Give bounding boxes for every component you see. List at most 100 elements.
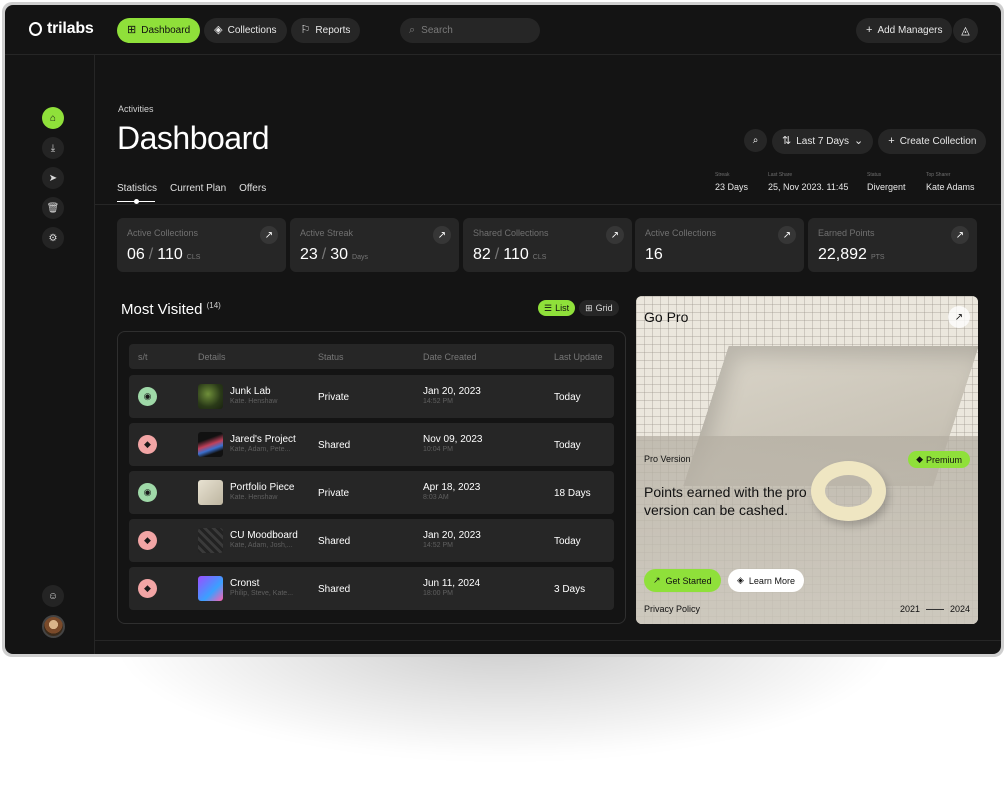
stat-value: 23/30 Days xyxy=(300,246,449,264)
device-frame: trilabs ⊞ Dashboard ◈ Collections ⚐ Repo… xyxy=(2,2,1004,657)
row-status: Shared xyxy=(318,536,351,547)
arrow-up-right-icon[interactable]: ↗ xyxy=(433,226,451,244)
date-filter-dropdown[interactable]: ⇅ Last 7 Days ⌄ xyxy=(772,129,874,154)
sidebar-users-button[interactable]: ☺ xyxy=(42,585,64,607)
app-window: trilabs ⊞ Dashboard ◈ Collections ⚐ Repo… xyxy=(5,5,1001,654)
stat-total: 110 xyxy=(503,246,529,263)
table-row[interactable]: ◉ Junk Lab Kate. Henshaw Private Jan 20, … xyxy=(129,375,614,418)
row-date-value: Nov 09, 2023 xyxy=(423,434,483,445)
stat-number: 23 xyxy=(300,246,318,263)
logo-mark-icon xyxy=(29,22,42,36)
stat-value: 82/110 CLS xyxy=(473,246,622,264)
nav-collections-label: Collections xyxy=(227,25,277,36)
arrow-up-right-icon[interactable]: ↗ xyxy=(951,226,969,244)
row-details: Portfolio Piece Kate. Henshaw xyxy=(230,482,294,501)
learn-more-button[interactable]: ◈ Learn More xyxy=(728,569,804,592)
thumbnail-image xyxy=(198,528,223,553)
stat-number: 22,892 xyxy=(818,246,867,263)
arrow-up-right-icon[interactable]: ↗ xyxy=(948,306,970,328)
stat-card-shared-collections[interactable]: Shared Collections 82/110 CLS ↗ xyxy=(463,218,632,272)
brand-name: trilabs xyxy=(47,20,94,37)
list-icon: ☰ xyxy=(544,302,553,313)
top-bar: trilabs ⊞ Dashboard ◈ Collections ⚐ Repo… xyxy=(5,5,1001,55)
stat-card-earned-points[interactable]: Earned Points 22,892 PTS ↗ xyxy=(808,218,977,272)
stat-label: Earned Points xyxy=(818,228,875,238)
column-header[interactable]: Details xyxy=(198,352,226,362)
header-divider xyxy=(95,204,1001,205)
row-owner: Kate, Adam, Pete... xyxy=(230,446,291,453)
sidebar-settings-button[interactable]: ⚙ xyxy=(42,227,64,249)
stat-card-active-streak[interactable]: Active Streak 23/30 Days ↗ xyxy=(290,218,459,272)
view-toggle: ☰ List ⊞ Grid xyxy=(538,300,619,316)
meta-last-share: Last Share 25, Nov 2023. 11:45 xyxy=(768,172,848,192)
privacy-policy-link[interactable]: Privacy Policy xyxy=(644,604,700,614)
meta-value: Divergent xyxy=(867,182,906,192)
row-name: Jared's Project xyxy=(230,434,296,445)
search-input[interactable]: ⌕ Search xyxy=(400,18,540,43)
tab-statistics[interactable]: Statistics xyxy=(117,183,157,194)
sidebar-home-button[interactable]: ⌂ xyxy=(42,107,64,129)
flag-icon: ⚐ xyxy=(300,24,311,36)
row-details: Jared's Project Kate, Adam, Pete... xyxy=(230,434,296,453)
table-row[interactable]: ◆ Jared's Project Kate, Adam, Pete... Sha… xyxy=(129,423,614,466)
table-row[interactable]: ◆ Cronst Philip, Steve, Kate... Shared Ju… xyxy=(129,567,614,610)
row-owner: Philip, Steve, Kate... xyxy=(230,590,294,597)
row-time: 14:52 PM xyxy=(423,398,453,405)
arrow-up-right-icon[interactable]: ↗ xyxy=(606,226,624,244)
row-time: 8:03 AM xyxy=(423,494,449,501)
sidebar-send-button[interactable]: ➤ xyxy=(42,167,64,189)
notifications-button[interactable]: ◬ xyxy=(953,18,978,43)
status-type-icon: ◉ xyxy=(138,483,157,502)
plus-icon: + xyxy=(888,135,895,147)
arrow-up-right-icon[interactable]: ↗ xyxy=(778,226,796,244)
arrow-up-right-icon[interactable]: ↗ xyxy=(260,226,278,244)
table-row[interactable]: ◉ Portfolio Piece Kate. Henshaw Private A… xyxy=(129,471,614,514)
row-last-update: Today xyxy=(554,440,581,451)
add-managers-button[interactable]: + Add Managers xyxy=(856,18,953,43)
row-status: Private xyxy=(318,488,350,499)
table-row[interactable]: ◆ CU Moodboard Kate, Adam, Josh,... Share… xyxy=(129,519,614,562)
row-date-value: Jan 20, 2023 xyxy=(423,530,481,541)
row-date: Jun 11, 2024 18:00 PM xyxy=(423,578,480,597)
column-header[interactable]: Status xyxy=(318,352,344,362)
meta-status: Status Divergent xyxy=(867,172,906,192)
logo[interactable]: trilabs xyxy=(29,20,94,38)
sidebar-download-button[interactable]: ⤓ xyxy=(42,137,64,159)
stat-number: 82 xyxy=(473,246,491,263)
promo-title: Go Pro xyxy=(644,309,689,325)
stat-value: 16 xyxy=(645,246,794,264)
header-search-button[interactable]: ⌕ xyxy=(744,129,767,152)
nav-reports[interactable]: ⚐ Reports xyxy=(290,18,361,43)
tab-offers[interactable]: Offers xyxy=(239,183,266,194)
row-status: Shared xyxy=(318,584,351,595)
sidebar: ⌂ ⤓ ➤ 🗑 ⚙ ☺ xyxy=(5,55,95,654)
create-collection-button[interactable]: + Create Collection xyxy=(878,129,987,154)
nav-dashboard[interactable]: ⊞ Dashboard xyxy=(117,18,201,43)
grid-icon: ⊞ xyxy=(585,302,593,313)
sidebar-trash-button[interactable]: 🗑 xyxy=(42,197,64,219)
chevron-down-icon: ⌄ xyxy=(854,135,864,147)
nav-dashboard-label: Dashboard xyxy=(141,25,191,36)
meta-top-sharer: Top Sharer Kate Adams xyxy=(926,172,975,192)
tab-current-plan[interactable]: Current Plan xyxy=(170,183,226,194)
main-nav: ⊞ Dashboard ◈ Collections ⚐ Reports xyxy=(117,18,361,43)
list-view-button[interactable]: ☰ List xyxy=(538,300,576,316)
avatar[interactable] xyxy=(42,615,65,638)
nav-collections[interactable]: ◈ Collections xyxy=(204,18,287,43)
status-type-icon: ◆ xyxy=(138,435,157,454)
column-header[interactable]: Last Update xyxy=(554,352,603,362)
stat-card-active-collections-2[interactable]: Active Collections 16 ↗ xyxy=(635,218,804,272)
row-name: Portfolio Piece xyxy=(230,482,295,493)
bell-icon: ◬ xyxy=(961,25,970,37)
layers-icon: ◈ xyxy=(737,575,744,585)
grid-view-button[interactable]: ⊞ Grid xyxy=(579,300,619,316)
stat-card-active-collections[interactable]: Active Collections 06/110 CLS ↗ xyxy=(117,218,286,272)
column-header[interactable]: Date Created xyxy=(423,352,477,362)
column-header[interactable]: s/t xyxy=(138,352,148,362)
stat-label: Shared Collections xyxy=(473,228,549,238)
sub-tabs: Statistics Current Plan Offers xyxy=(117,183,266,194)
get-started-button[interactable]: ↗ Get Started xyxy=(644,569,721,592)
stat-unit: CLS xyxy=(532,254,547,261)
row-owner: Kate, Adam, Josh,... xyxy=(230,542,293,549)
breadcrumb[interactable]: Activities xyxy=(118,104,154,114)
